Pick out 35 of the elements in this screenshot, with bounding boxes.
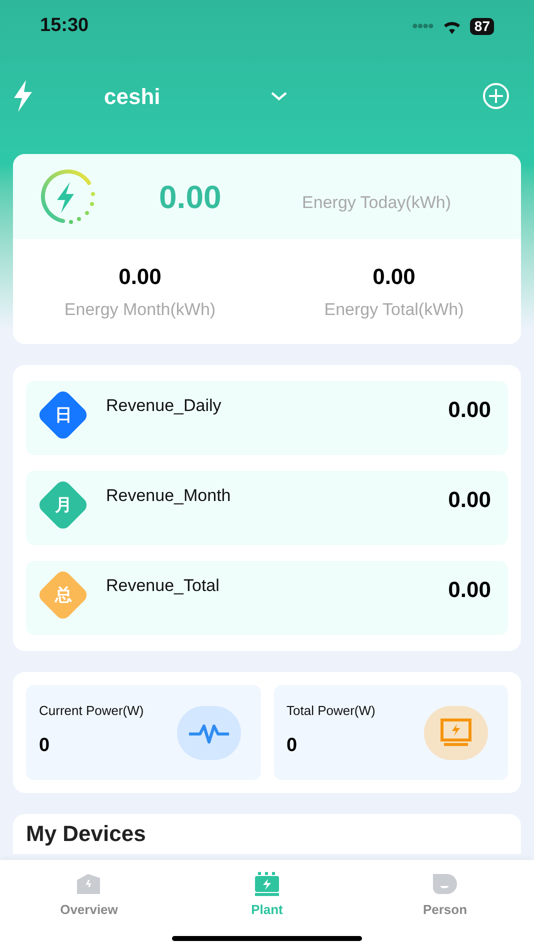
- revenue-label: Revenue_Month: [106, 485, 231, 507]
- badge-character: 月: [54, 494, 72, 516]
- monitor-icon: [424, 706, 488, 760]
- energy-today-label: Energy Today(kWh): [302, 192, 451, 214]
- tab-item[interactable]: Plant: [178, 872, 356, 920]
- power-value: 0: [286, 734, 298, 758]
- person-icon: [431, 872, 459, 896]
- power-label: Total Power(W): [286, 702, 376, 720]
- plant-name[interactable]: ceshi: [104, 80, 160, 112]
- revenue-value: 0.00: [448, 396, 491, 424]
- add-icon[interactable]: [482, 82, 510, 110]
- energy-label: Energy Total(kWh): [324, 299, 464, 322]
- revenue-label: Revenue_Daily: [106, 395, 222, 417]
- badge-character: 日: [54, 404, 72, 426]
- power-value: 0: [39, 734, 51, 758]
- signal-icon: [412, 23, 434, 29]
- tab-item[interactable]: Overview: [0, 872, 178, 920]
- badge-character: 总: [54, 584, 72, 606]
- chevron-down-icon[interactable]: [270, 91, 288, 101]
- revenue-value: 0.00: [448, 576, 491, 604]
- energy-label: Energy Month(kWh): [64, 299, 216, 322]
- tab-item[interactable]: Person: [356, 872, 534, 920]
- battery-icon: [254, 872, 280, 896]
- power-label: Current Power(W): [39, 702, 144, 720]
- devices-title: My Devices: [26, 820, 146, 848]
- energy-today-value: 0.00: [159, 178, 222, 216]
- revenue-label: Revenue_Total: [106, 575, 220, 597]
- revenue-value: 0.00: [448, 486, 491, 514]
- energy-value: 0.00: [118, 263, 162, 292]
- energy-value: 0.00: [372, 263, 416, 292]
- lightning-icon: [12, 80, 34, 112]
- house-icon: [75, 872, 103, 896]
- pulse-icon: [176, 706, 240, 760]
- status-time: 15:30: [40, 14, 89, 38]
- battery-level: 87: [470, 18, 494, 34]
